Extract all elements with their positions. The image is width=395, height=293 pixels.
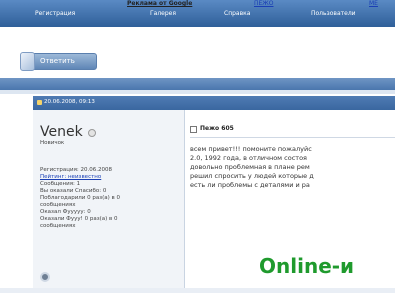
nav-register-link[interactable]: Регистрация [35, 10, 75, 17]
nav-help-link[interactable]: Справка [224, 10, 250, 17]
watermark: Online-и [259, 254, 355, 278]
author-details: Регистрация: 20.06.2008 Пейтинг: неизвес… [40, 167, 120, 230]
post-text-line: всем привет!!! помоните пожалуйс [190, 145, 312, 153]
reply-button-label[interactable]: Ответить [40, 57, 75, 65]
nav-users-link[interactable]: Пользователи [311, 10, 356, 17]
post-text-line: есть ли проблемы с деталями и ра [190, 181, 310, 189]
thread-header-bar [0, 78, 395, 90]
author-detail-thanks-given: Вы оказали Спасибо: 0 [40, 188, 107, 194]
google-ads-link[interactable]: Реклама от Google [127, 0, 192, 7]
post-text-line: 2.0, 1992 года, в отличном состоя [190, 154, 307, 162]
post-text-line: решил спросить у людей которые д [190, 172, 314, 180]
ad-link-peugeot[interactable]: ПЕЖО [254, 0, 274, 7]
post-title-divider [190, 137, 395, 138]
post-text: всем привет!!! помоните пожалуйс 2.0, 19… [190, 145, 314, 190]
nav-spacer [0, 27, 395, 35]
reply-icon [20, 52, 35, 71]
author-detail-fu-received: Оказали Фууу! 0 раз(а) в 0 [40, 216, 118, 222]
author-detail-thanked-posts: сообщениях [40, 202, 76, 208]
profile-icon[interactable] [40, 272, 50, 282]
author-detail-fu-given: Оказал Фууууу: 0 [40, 209, 91, 215]
post-title: Пежо 605 [200, 125, 234, 132]
offline-status-icon [88, 129, 96, 137]
post-text-line: довольно проблемная в плане рем [190, 163, 310, 171]
author-name[interactable]: Venek [40, 124, 83, 140]
author-rank: Новичок [40, 140, 65, 146]
author-detail-registration: Регистрация: 20.06.2008 [40, 167, 112, 173]
author-detail-posts: Сообщения: 1 [40, 181, 81, 187]
author-detail-fu-posts: сообщениях [40, 223, 76, 229]
post-title-icon [190, 126, 197, 133]
post-status-icon [37, 100, 42, 105]
ad-link-truncated[interactable]: ME [369, 0, 378, 7]
nav-gallery-link[interactable]: Галерея [150, 10, 176, 17]
ads-row [0, 38, 395, 52]
thread-bar-gap [0, 90, 395, 94]
author-detail-thanked: Поблагодарили 0 раз(а) в 0 [40, 195, 121, 201]
author-detail-rating[interactable]: Пейтинг: неизвестно [40, 174, 120, 181]
post-date: 20.06.2008, 09:13 [44, 99, 95, 105]
bottom-edge [0, 288, 395, 293]
